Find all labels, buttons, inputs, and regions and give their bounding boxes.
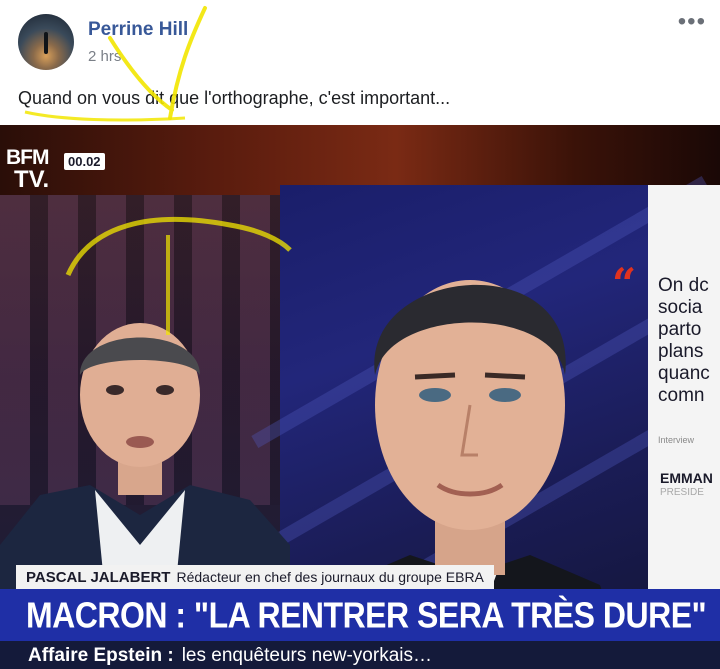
post-header: Perrine Hill 2 hrs ••• Quand on vous dit… [0,0,720,125]
bfm-logo: BFM TV. [6,146,50,193]
tv-screenshot: BFM TV. 00.02 “ On dc socia parto plans … [0,125,720,669]
avatar[interactable] [18,14,74,70]
ticker-text: les enquêteurs new-yorkais… [181,645,432,666]
quote-text: On dc socia parto plans quanc comn [658,275,710,406]
ellipsis-icon[interactable]: ••• [678,8,706,36]
guest-nameplate: PASCAL JALABERT Rédacteur en chef des jo… [16,565,494,589]
broadcast-clock: 00.02 [64,153,105,170]
quote-mark-icon: “ [612,259,637,308]
news-ticker: Affaire Epstein : les enquêteurs new-york… [0,641,720,669]
quote-signature-title: PRESIDE [660,487,704,498]
headline-banner: MACRON : "LA RENTRER SERA TRÈS DURE" [0,589,720,641]
ticker-label: Affaire Epstein : [28,645,174,666]
guest-role: Rédacteur en chef des journaux du groupe… [176,569,484,585]
interview-label: Interview [658,435,695,445]
post-timestamp[interactable]: 2 hrs [88,48,121,65]
guest-name: PASCAL JALABERT [26,568,171,586]
headline-text: MACRON : "LA RENTRER SERA TRÈS DURE" [26,595,707,636]
author-name[interactable]: Perrine Hill [88,19,188,41]
quote-signature-name: EMMAN [660,470,713,486]
post-caption: Quand on vous dit que l'orthographe, c'e… [18,88,451,108]
